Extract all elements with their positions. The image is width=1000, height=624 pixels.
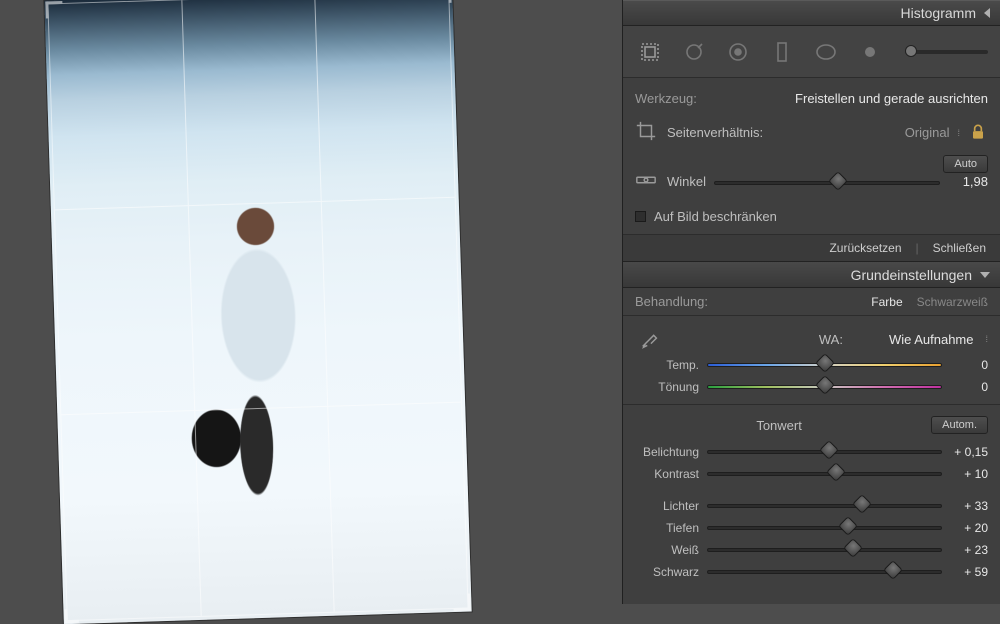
exposure-value[interactable]: + 0,15 bbox=[942, 445, 988, 459]
temp-value[interactable]: 0 bbox=[942, 358, 988, 372]
highlights-value[interactable]: + 33 bbox=[942, 499, 988, 513]
crop-footer: Zurücksetzen | Schließen bbox=[623, 235, 1000, 262]
whites-label: Weiß bbox=[635, 543, 707, 557]
reset-button[interactable]: Zurücksetzen bbox=[825, 241, 905, 255]
treatment-row: Behandlung: Farbe Schwarzweiß bbox=[623, 288, 1000, 316]
blacks-value[interactable]: + 59 bbox=[942, 565, 988, 579]
aspect-menu-icon[interactable]: ⁞ bbox=[957, 128, 960, 138]
angle-value[interactable]: 1,98 bbox=[948, 174, 988, 189]
tint-label: Tönung bbox=[635, 380, 707, 394]
brush-tool-icon[interactable] bbox=[855, 37, 885, 67]
angle-label: Winkel bbox=[667, 174, 706, 189]
wb-label: WA: bbox=[819, 332, 843, 347]
angle-auto-button[interactable]: Auto bbox=[943, 155, 988, 173]
close-button[interactable]: Schließen bbox=[929, 241, 990, 255]
histogram-header[interactable]: Histogramm bbox=[623, 0, 1000, 26]
crop-handle-bl[interactable] bbox=[64, 609, 78, 623]
tool-label: Werkzeug: bbox=[635, 91, 697, 106]
level-icon[interactable] bbox=[635, 169, 659, 194]
treatment-label: Behandlung: bbox=[635, 294, 708, 309]
blacks-slider[interactable] bbox=[707, 565, 942, 579]
contrast-slider[interactable] bbox=[707, 467, 942, 481]
tool-name: Freistellen und gerade ausrichten bbox=[795, 91, 988, 106]
tint-value[interactable]: 0 bbox=[942, 380, 988, 394]
wb-section: WA: Wie Aufnahme ⁞ Temp. 0 Tönung 0 bbox=[623, 316, 1000, 405]
treatment-bw[interactable]: Schwarzweiß bbox=[903, 295, 988, 309]
crop-tool-icon[interactable] bbox=[635, 37, 665, 67]
contrast-value[interactable]: + 10 bbox=[942, 467, 988, 481]
crop-frame-icon[interactable] bbox=[635, 120, 659, 145]
tint-slider[interactable] bbox=[707, 380, 942, 394]
brush-size-slider[interactable] bbox=[905, 50, 988, 54]
tone-label: Tonwert bbox=[756, 418, 802, 433]
temp-row: Temp. 0 bbox=[635, 354, 988, 376]
temp-label: Temp. bbox=[635, 358, 707, 372]
shadows-slider[interactable] bbox=[707, 521, 942, 535]
image-viewer[interactable] bbox=[0, 0, 622, 604]
spot-tool-icon[interactable] bbox=[679, 37, 709, 67]
basic-header[interactable]: Grundeinstellungen bbox=[623, 262, 1000, 288]
highlights-label: Lichter bbox=[635, 499, 707, 513]
photo[interactable] bbox=[44, 0, 471, 624]
tint-row: Tönung 0 bbox=[635, 376, 988, 398]
aspect-label: Seitenverhältnis: bbox=[667, 125, 763, 140]
tone-auto-button[interactable]: Autom. bbox=[931, 416, 988, 434]
shadows-label: Tiefen bbox=[635, 521, 707, 535]
radial-tool-icon[interactable] bbox=[811, 37, 841, 67]
crop-section: Werkzeug: Freistellen und gerade ausrich… bbox=[623, 78, 1000, 235]
wb-value[interactable]: Wie Aufnahme bbox=[889, 332, 974, 347]
crop-overlay[interactable] bbox=[47, 0, 468, 621]
contrast-label: Kontrast bbox=[635, 467, 707, 481]
blacks-label: Schwarz bbox=[635, 565, 707, 579]
wb-menu-icon[interactable]: ⁞ bbox=[981, 334, 988, 344]
constrain-label: Auf Bild beschränken bbox=[654, 209, 777, 224]
aspect-value[interactable]: Original bbox=[905, 125, 950, 140]
basic-header-label: Grundeinstellungen bbox=[851, 267, 972, 283]
histogram-label: Histogramm bbox=[901, 5, 976, 21]
right-panel: Histogramm Werkzeug: Freistellen und ger… bbox=[622, 0, 1000, 604]
highlights-slider[interactable] bbox=[707, 499, 942, 513]
tool-strip bbox=[623, 26, 1000, 78]
collapse-icon bbox=[984, 8, 990, 18]
lock-icon[interactable] bbox=[968, 122, 988, 144]
whites-value[interactable]: + 23 bbox=[942, 543, 988, 557]
temp-slider[interactable] bbox=[707, 358, 942, 372]
whites-slider[interactable] bbox=[707, 543, 942, 557]
shadows-value[interactable]: + 20 bbox=[942, 521, 988, 535]
crop-handle-tr[interactable] bbox=[437, 0, 451, 3]
chevron-down-icon bbox=[980, 272, 990, 278]
tone-section: Tonwert Autom. Belichtung + 0,15 Kontrast… bbox=[623, 405, 1000, 589]
angle-slider[interactable] bbox=[714, 176, 940, 188]
treatment-color[interactable]: Farbe bbox=[857, 295, 902, 309]
exposure-label: Belichtung bbox=[635, 445, 707, 459]
gradient-tool-icon[interactable] bbox=[767, 37, 797, 67]
eyedropper-icon[interactable] bbox=[635, 324, 665, 354]
exposure-slider[interactable] bbox=[707, 445, 942, 459]
redeye-tool-icon[interactable] bbox=[723, 37, 753, 67]
constrain-checkbox[interactable] bbox=[635, 211, 646, 222]
